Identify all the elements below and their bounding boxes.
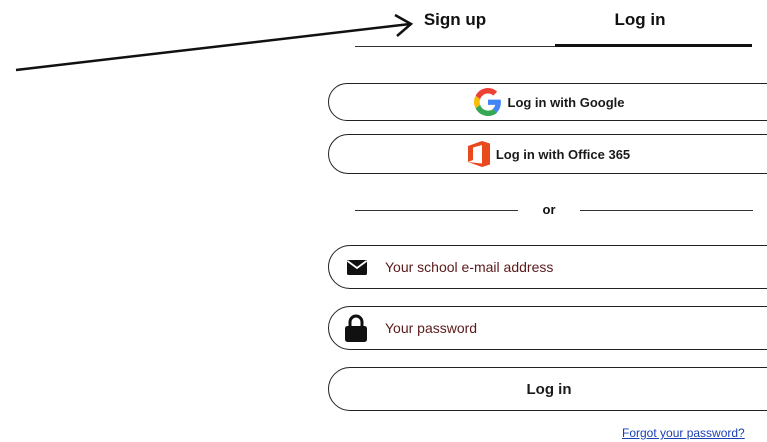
office365-icon: [467, 141, 490, 167]
lock-icon: [345, 314, 367, 342]
login-page: Sign up Log in Log in with Google Log in…: [0, 0, 767, 442]
email-placeholder: Your school e-mail address: [385, 259, 554, 275]
tab-signup[interactable]: Sign up: [410, 10, 500, 32]
forgot-password-link[interactable]: Forgot your password?: [622, 426, 767, 440]
divider-line-left: [355, 210, 518, 211]
email-field[interactable]: Your school e-mail address: [328, 245, 767, 289]
divider-line-right: [580, 210, 753, 211]
google-icon: [473, 88, 502, 116]
tab-active-indicator: [555, 44, 752, 47]
office365-login-label: Log in with Office 365: [495, 146, 631, 162]
tab-login[interactable]: Log in: [585, 10, 695, 32]
password-field[interactable]: Your password: [328, 306, 767, 350]
google-login-button[interactable]: Log in with Google: [328, 83, 767, 121]
office365-login-button[interactable]: Log in with Office 365: [328, 134, 767, 174]
login-submit-label: Log in: [526, 380, 572, 398]
google-login-label: Log in with Google: [507, 94, 625, 110]
login-submit-button[interactable]: Log in: [328, 367, 767, 411]
divider-or: or: [542, 202, 556, 217]
password-placeholder: Your password: [385, 320, 478, 336]
tab-divider-line: [355, 46, 555, 47]
envelope-icon: [347, 259, 367, 275]
